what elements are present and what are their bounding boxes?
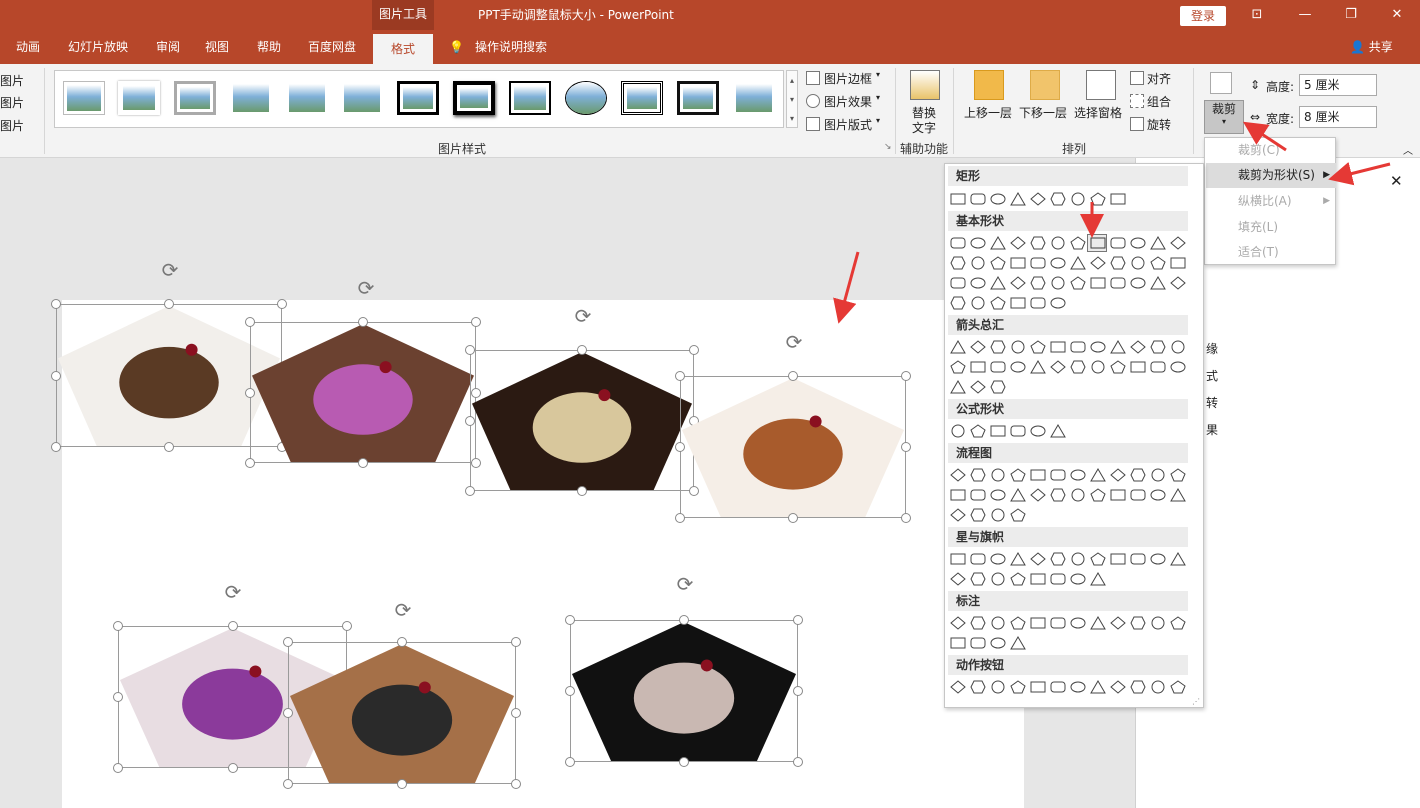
red-arrow-1 (833, 251, 860, 324)
red-arrow-3 (1242, 121, 1287, 152)
powerpoint-window: 图片工具 PPT手动调整鼠标大小 - PowerPoint 登录 ⊡ — ❐ ✕… (0, 0, 1420, 808)
red-arrow-4 (1328, 161, 1391, 186)
annotation-arrows (833, 121, 1391, 324)
